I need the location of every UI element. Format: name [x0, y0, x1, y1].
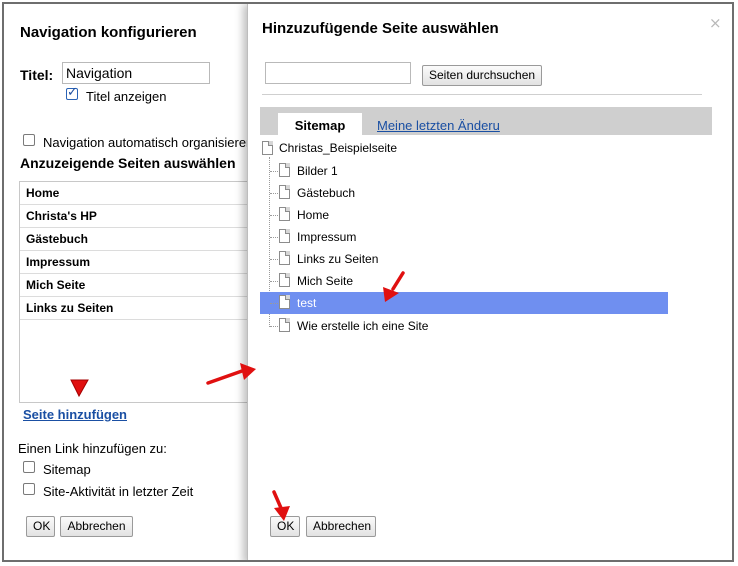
navigation-config-dialog: Navigation konfigurieren Titel: Titel an… — [4, 4, 259, 560]
tree-item[interactable]: Impressum — [260, 226, 668, 248]
pages-heading: Anzuzeigende Seiten auswählen — [20, 155, 236, 171]
page-icon — [262, 140, 273, 155]
tree-item-label: Links zu Seiten — [297, 252, 379, 266]
show-title-checkbox[interactable] — [66, 85, 78, 100]
tree-item-label: Home — [297, 208, 330, 222]
add-link-heading: Einen Link hinzufügen zu: — [18, 441, 167, 456]
add-page-link[interactable]: Seite hinzufügen — [23, 407, 127, 422]
select-page-title: Hinzuzufügende Seite auswählen — [262, 20, 499, 37]
site-activity-label: Site-Aktivität in letzter Zeit — [43, 484, 194, 499]
left-ok-button[interactable]: OK — [26, 516, 55, 537]
tab-bar: Sitemap Meine letzten Änderu — [260, 107, 712, 137]
tree-item[interactable]: Links zu Seiten — [260, 248, 668, 270]
page-icon — [279, 295, 290, 309]
tree-item-selected[interactable]: test — [260, 292, 668, 314]
titel-label: Titel: — [20, 67, 54, 83]
page-icon — [279, 318, 290, 332]
select-page-dialog: Hinzuzufügende Seite auswählen × Seiten … — [247, 4, 732, 560]
tree-item-label: Mich Seite — [297, 274, 354, 288]
tree-root[interactable]: Christas_Beispielseite — [262, 139, 397, 159]
page-icon — [279, 229, 290, 243]
navigation-config-title: Navigation konfigurieren — [20, 24, 197, 41]
page-list: Home Christa's HP Gästebuch Impressum Mi… — [19, 181, 259, 403]
page-icon — [279, 185, 290, 199]
page-list-item[interactable]: Mich Seite — [20, 274, 258, 297]
close-icon[interactable]: × — [709, 14, 722, 32]
tree-item-label: Gästebuch — [297, 186, 356, 200]
page-list-item[interactable]: Home — [20, 182, 258, 205]
tree-root-label: Christas_Beispielseite — [279, 140, 398, 155]
search-pages-button[interactable]: Seiten durchsuchen — [422, 65, 542, 86]
divider — [262, 94, 702, 95]
page-list-item[interactable]: Impressum — [20, 251, 258, 274]
show-title-label: Titel anzeigen — [86, 89, 167, 104]
page-icon — [279, 251, 290, 265]
page-search-input[interactable] — [265, 62, 411, 84]
tree-item-label: Bilder 1 — [297, 164, 338, 178]
page-icon — [279, 163, 290, 177]
page-icon — [279, 273, 290, 287]
sitemap-checkbox[interactable] — [23, 461, 35, 473]
tree-item-label: Impressum — [297, 230, 357, 244]
auto-organize-checkbox[interactable] — [23, 134, 35, 146]
right-ok-button[interactable]: OK — [270, 516, 300, 537]
right-cancel-button[interactable]: Abbrechen — [306, 516, 376, 537]
sitemap-label: Sitemap — [43, 462, 91, 477]
screenshot-frame: Navigation konfigurieren Titel: Titel an… — [2, 2, 734, 562]
auto-organize-label: Navigation automatisch organisieren — [43, 135, 254, 150]
page-list-item[interactable]: Links zu Seiten — [20, 297, 258, 320]
page-icon — [279, 207, 290, 221]
tree-item[interactable]: Bilder 1 — [260, 160, 668, 182]
page-list-item[interactable]: Gästebuch — [20, 228, 258, 251]
titel-input[interactable] — [62, 62, 210, 84]
site-activity-checkbox[interactable] — [23, 483, 35, 495]
tree-item[interactable]: Mich Seite — [260, 270, 668, 292]
tab-recent-changes[interactable]: Meine letzten Änderu — [377, 118, 500, 133]
tree-item-label: Wie erstelle ich eine Site — [297, 319, 429, 333]
tab-sitemap[interactable]: Sitemap — [278, 113, 362, 137]
tree-item[interactable]: Gästebuch — [260, 182, 668, 204]
page-list-item[interactable]: Christa's HP — [20, 205, 258, 228]
tree-item-label: test — [297, 296, 317, 310]
tree-item[interactable]: Wie erstelle ich eine Site — [260, 315, 668, 337]
tree-item[interactable]: Home — [260, 204, 668, 226]
left-cancel-button[interactable]: Abbrechen — [60, 516, 133, 537]
